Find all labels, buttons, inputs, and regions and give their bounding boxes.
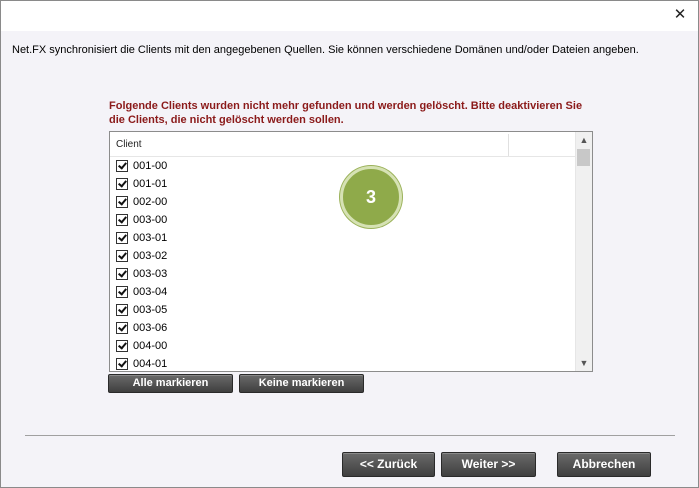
list-item[interactable]: 001-00 [116, 157, 167, 175]
client-label: 001-00 [133, 160, 168, 172]
checkbox[interactable] [116, 286, 128, 298]
dialog-window: ✕ Net.FX synchronisiert die Clients mit … [0, 0, 699, 488]
checkbox[interactable] [116, 250, 128, 262]
checkbox[interactable] [116, 268, 128, 280]
client-label: 003-00 [133, 214, 168, 226]
select-none-button[interactable]: Keine markieren [239, 374, 364, 393]
intro-text: Net.FX synchronisiert die Clients mit de… [12, 44, 639, 56]
list-item[interactable]: 003-00 [116, 211, 167, 229]
client-label: 003-02 [133, 250, 168, 262]
list-item[interactable]: 003-01 [116, 229, 167, 247]
list-item[interactable]: 003-06 [116, 319, 167, 337]
checkbox[interactable] [116, 304, 128, 316]
client-label: 003-04 [133, 286, 168, 298]
list-header: Client [110, 132, 576, 157]
list-item[interactable]: 004-00 [116, 337, 167, 355]
client-label: 003-06 [133, 322, 168, 334]
client-list[interactable]: Client 001-00 001-01 002-00 003-00 003-01 003… [109, 131, 593, 372]
close-icon[interactable]: ✕ [670, 5, 690, 25]
cancel-button[interactable]: Abbrechen [557, 452, 651, 477]
column-header-client[interactable]: Client [116, 139, 142, 150]
client-rows: 001-00 001-01 002-00 003-00 003-01 003-02 003-… [116, 157, 168, 371]
scroll-down-icon[interactable]: ▼ [576, 355, 592, 371]
client-label: 003-05 [133, 304, 168, 316]
client-label: 004-00 [133, 340, 168, 352]
scroll-up-icon[interactable]: ▲ [576, 132, 592, 148]
select-all-button[interactable]: Alle markieren [108, 374, 233, 393]
vertical-scrollbar[interactable]: ▲ ▼ [575, 132, 592, 371]
column-separator [508, 134, 509, 156]
checkbox[interactable] [116, 178, 128, 190]
list-item[interactable]: 003-05 [116, 301, 167, 319]
step-badge: 3 [340, 166, 402, 228]
list-item[interactable]: 002-00 [116, 193, 167, 211]
scroll-thumb[interactable] [577, 149, 590, 166]
client-label: 003-01 [133, 232, 168, 244]
list-item[interactable]: 004-01 [116, 355, 168, 371]
back-button[interactable]: << Zurück [342, 452, 435, 477]
checkbox[interactable] [116, 160, 128, 172]
client-label: 001-01 [133, 178, 168, 190]
checkbox[interactable] [116, 340, 128, 352]
list-item[interactable]: 001-01 [116, 175, 167, 193]
list-item[interactable]: 003-04 [116, 283, 167, 301]
checkbox[interactable] [116, 358, 128, 370]
list-item[interactable]: 003-02 [116, 247, 167, 265]
list-item[interactable]: 003-03 [116, 265, 167, 283]
client-label: 004-01 [133, 358, 168, 370]
title-bar: ✕ [1, 1, 698, 31]
footer-divider [25, 435, 675, 436]
warning-text: Folgende Clients wurden nicht mehr gefun… [109, 100, 583, 126]
checkbox[interactable] [116, 214, 128, 226]
next-button[interactable]: Weiter >> [441, 452, 536, 477]
client-label: 002-00 [133, 196, 168, 208]
checkbox[interactable] [116, 322, 128, 334]
checkbox[interactable] [116, 196, 128, 208]
client-label: 003-03 [133, 268, 168, 280]
checkbox[interactable] [116, 232, 128, 244]
